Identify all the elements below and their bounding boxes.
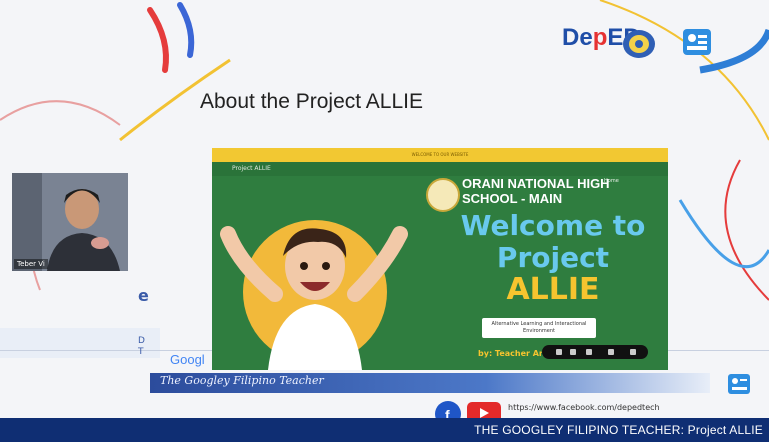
school-name: ORANI NATIONAL HIGH SCHOOL - MAIN bbox=[462, 176, 610, 206]
presenter-name-label: Teber Vi bbox=[14, 259, 48, 269]
embedded-website: WELCOME TO OUR WEBSITE Project ALLIE ORA… bbox=[212, 148, 668, 370]
deped-logo-part2: p bbox=[592, 24, 608, 51]
welcome-line-2: Project bbox=[496, 241, 610, 274]
school-seal-icon bbox=[426, 178, 460, 212]
control-button[interactable] bbox=[608, 349, 614, 355]
website-nav-label[interactable]: Project ALLIE bbox=[232, 165, 271, 172]
deped-logo-part1: De bbox=[562, 24, 593, 51]
presenter-webcam: Teber Vi bbox=[12, 173, 128, 271]
control-button[interactable] bbox=[630, 349, 636, 355]
welcome-line-1: Welcome to bbox=[460, 209, 646, 242]
footer-text: THE GOOGLEY FILIPINO TEACHER: Project AL… bbox=[474, 423, 763, 437]
website-topbar: WELCOME TO OUR WEBSITE bbox=[212, 148, 668, 162]
google-partial-text: Googl bbox=[170, 352, 205, 367]
presenter-avatar-icon bbox=[12, 173, 128, 271]
brand-icon-small bbox=[728, 374, 750, 394]
facebook-link[interactable]: https://www.facebook.com/depedtech bbox=[508, 403, 660, 412]
seal-icon bbox=[623, 30, 655, 58]
video-control-bar[interactable] bbox=[542, 345, 648, 359]
partial-slide-small-text: D T bbox=[138, 336, 145, 357]
welcome-line-3: ALLIE bbox=[506, 272, 600, 307]
footer-banner: THE GOOGLEY FILIPINO TEACHER: Project AL… bbox=[0, 418, 769, 442]
signature-text: The Googley Filipino Teacher bbox=[160, 374, 324, 387]
partial-slide-text: e bbox=[138, 286, 149, 305]
control-button[interactable] bbox=[586, 349, 592, 355]
character-illustration-icon bbox=[220, 220, 408, 370]
slide-title: About the Project ALLIE bbox=[200, 90, 423, 113]
welcome-heading: Welcome to Project ALLIE bbox=[438, 210, 668, 306]
home-link[interactable]: Home bbox=[604, 178, 619, 184]
google-partial-label: Googl bbox=[170, 352, 205, 367]
control-button[interactable] bbox=[570, 349, 576, 355]
youtube-icon[interactable] bbox=[466, 400, 502, 420]
tagline-box: Alternative Learning and Interactional E… bbox=[482, 318, 596, 338]
facebook-icon[interactable]: f bbox=[434, 400, 462, 420]
control-button[interactable] bbox=[556, 349, 562, 355]
brand-icon bbox=[683, 29, 711, 55]
